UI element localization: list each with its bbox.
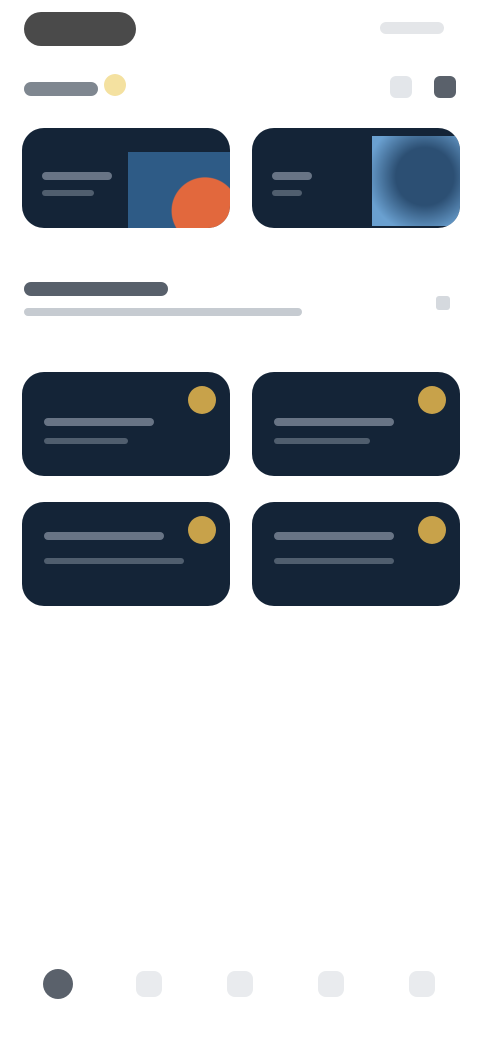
grid-card-subtitle bbox=[274, 438, 370, 444]
promo-artwork bbox=[372, 136, 460, 226]
nav-profile[interactable] bbox=[394, 956, 450, 1012]
sparkle-icon bbox=[104, 74, 126, 96]
grid-card-subtitle bbox=[44, 438, 128, 444]
messages-icon bbox=[318, 971, 345, 997]
grid-card-title bbox=[274, 418, 394, 426]
search-icon[interactable] bbox=[390, 76, 412, 98]
nav-add[interactable] bbox=[212, 956, 268, 1012]
grid-card-subtitle bbox=[274, 558, 394, 564]
profile-icon bbox=[409, 971, 436, 997]
home-icon bbox=[42, 969, 73, 999]
nav-explore[interactable] bbox=[121, 956, 177, 1012]
section-title bbox=[24, 282, 168, 296]
section-subtitle bbox=[24, 308, 302, 316]
grid-card-title bbox=[44, 418, 154, 426]
promo-card-title bbox=[42, 172, 112, 180]
badge-icon bbox=[188, 386, 216, 414]
add-icon bbox=[226, 971, 253, 997]
notification-icon[interactable] bbox=[434, 76, 456, 98]
nav-messages[interactable] bbox=[303, 956, 359, 1012]
section-header bbox=[24, 282, 456, 326]
promo-card-subtitle bbox=[42, 190, 94, 196]
bottom-nav bbox=[0, 912, 480, 1040]
explore-icon bbox=[135, 971, 162, 997]
grid-card-title bbox=[44, 532, 164, 540]
status-time-pill bbox=[24, 12, 136, 46]
promo-artwork bbox=[128, 152, 230, 228]
grid-card[interactable] bbox=[22, 372, 230, 476]
badge-icon bbox=[418, 386, 446, 414]
promo-card-title bbox=[272, 172, 312, 180]
nav-home[interactable] bbox=[30, 956, 86, 1012]
status-system-icons bbox=[380, 22, 444, 34]
grid-card[interactable] bbox=[22, 502, 230, 606]
header bbox=[24, 72, 456, 106]
grid-card[interactable] bbox=[252, 372, 460, 476]
header-actions bbox=[390, 76, 456, 102]
badge-icon bbox=[418, 516, 446, 544]
grid-card-title bbox=[274, 532, 394, 540]
page-title bbox=[24, 82, 98, 96]
promo-card[interactable] bbox=[252, 128, 460, 228]
grid-card[interactable] bbox=[252, 502, 460, 606]
status-bar bbox=[0, 0, 480, 56]
badge-icon bbox=[188, 516, 216, 544]
grid-card-subtitle bbox=[44, 558, 184, 564]
promo-card[interactable] bbox=[22, 128, 230, 228]
promo-card-subtitle bbox=[272, 190, 302, 196]
chevron-right-icon[interactable] bbox=[436, 296, 450, 310]
